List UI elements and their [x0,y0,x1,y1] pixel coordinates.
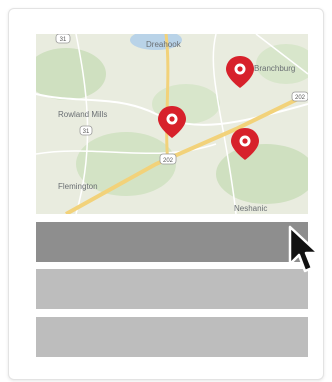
route-shield: 202 [159,153,177,165]
location-pin-icon[interactable] [158,106,186,138]
map-view[interactable]: 31 202 202 31 Dreahook Branchburg Rowlan… [36,34,308,214]
list-item-active[interactable] [36,222,308,262]
svg-text:31: 31 [83,129,90,135]
svg-text:31: 31 [60,37,67,43]
list-item[interactable] [36,317,308,357]
map-place-label: Flemington [58,182,98,191]
location-pin-icon[interactable] [226,56,254,88]
map-place-label: Branchburg [254,64,296,73]
svg-text:202: 202 [163,158,174,164]
route-shield: 202 [291,91,308,102]
mouse-cursor-icon [288,225,320,273]
svg-text:202: 202 [295,95,306,101]
map-place-label: Neshanic [234,204,268,213]
map-place-label: Rowland Mills [58,110,108,119]
map-place-label: Dreahook [146,40,181,49]
route-shield: 31 [55,34,71,44]
route-shield: 31 [79,125,93,136]
list-item[interactable] [36,269,308,309]
